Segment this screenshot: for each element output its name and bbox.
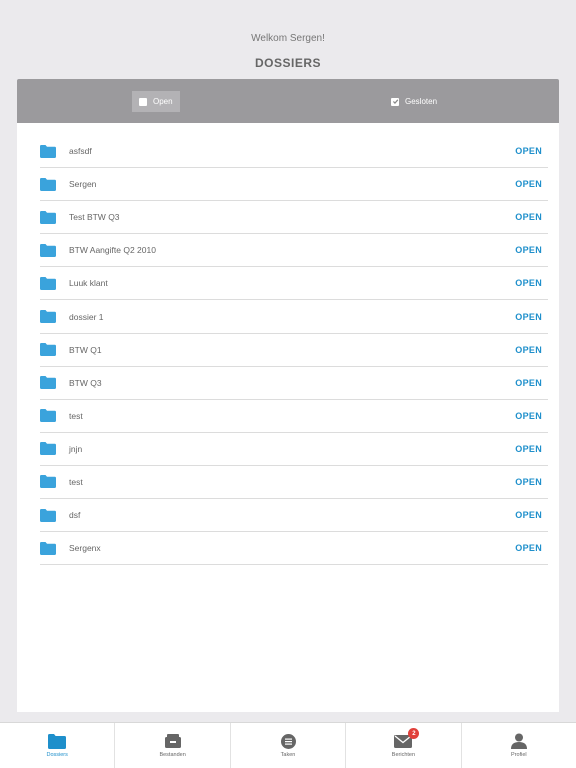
open-dossier-button[interactable]: OPEN [515, 146, 542, 156]
dossier-list-card: asfsdf OPEN Sergen OPEN Test BTW Q3 OPEN BTW A… [17, 123, 559, 712]
list-item[interactable]: Sergen OPEN [40, 168, 548, 202]
tab-label: Dossiers [46, 752, 68, 758]
list-item[interactable]: BTW Aangifte Q2 2010 OPEN [40, 234, 548, 268]
folder-icon [40, 442, 56, 456]
list-item[interactable]: Test BTW Q3 OPEN [40, 201, 548, 235]
dossier-list: asfsdf OPEN Sergen OPEN Test BTW Q3 OPEN BTW A… [40, 135, 548, 566]
folder-icon [40, 343, 56, 357]
dossier-name: BTW Q1 [69, 344, 102, 355]
tab-profiel[interactable]: Profiel [462, 723, 576, 768]
tab-label: Profiel [511, 752, 527, 758]
mail-icon: 2 [394, 728, 420, 749]
folder-icon [40, 475, 56, 489]
filter-open-button[interactable]: Open [132, 91, 180, 112]
open-dossier-button[interactable]: OPEN [515, 345, 542, 355]
filter-open-label: Open [153, 97, 173, 106]
filter-closed-button[interactable]: Gesloten [384, 91, 444, 112]
open-dossier-button[interactable]: OPEN [515, 411, 542, 421]
list-item[interactable]: dossier 1 OPEN [40, 300, 548, 334]
tab-taken[interactable]: Taken [231, 723, 347, 768]
open-dossier-button[interactable]: OPEN [515, 278, 542, 288]
dossier-name: jnjn [69, 443, 83, 454]
open-dossier-button[interactable]: OPEN [515, 378, 542, 388]
open-dossier-button[interactable]: OPEN [515, 543, 542, 553]
folder-icon [48, 733, 67, 749]
list-item[interactable]: test OPEN [40, 466, 548, 500]
dossier-name: asfsdf [69, 146, 92, 157]
folder-icon [40, 177, 56, 191]
tab-berichten[interactable]: 2 Berichten [346, 723, 462, 768]
list-item[interactable]: test OPEN [40, 400, 548, 433]
folder-icon [40, 508, 56, 522]
page-title: DOSSIERS [254, 56, 321, 70]
dossier-name: Sergen [69, 179, 97, 190]
folder-icon [40, 409, 56, 423]
dossier-name: BTW Aangifte Q2 2010 [69, 245, 156, 256]
list-item[interactable]: Luuk klant OPEN [40, 267, 548, 301]
folder-icon [40, 210, 56, 224]
open-dossier-button[interactable]: OPEN [515, 444, 542, 454]
unread-badge: 2 [408, 728, 420, 739]
open-dossier-button[interactable]: OPEN [515, 312, 542, 322]
folder-icon [40, 276, 56, 290]
tab-dossiers[interactable]: Dossiers [0, 723, 116, 768]
dossier-name: dossier 1 [69, 311, 104, 322]
open-dossier-button[interactable]: OPEN [515, 510, 542, 520]
dossier-name: dsf [69, 510, 81, 521]
folder-icon [40, 541, 56, 555]
list-item[interactable]: dsf OPEN [40, 499, 548, 533]
filter-segment-bar: Open Gesloten [17, 79, 559, 123]
bottom-tab-bar: Dossiers Bestanden Taken 2 Berichten Profiel [0, 722, 576, 768]
folder-icon [40, 144, 56, 158]
tab-label: Taken [280, 752, 296, 758]
person-icon [510, 733, 528, 749]
list-item[interactable]: jnjn OPEN [40, 433, 548, 466]
inbox-icon [164, 733, 182, 749]
dossier-name: test [69, 476, 83, 487]
filter-closed-label: Gesloten [405, 97, 438, 106]
dossier-name: test [69, 410, 83, 421]
list-item[interactable]: Sergenx OPEN [40, 532, 548, 566]
list-item[interactable]: asfsdf OPEN [40, 135, 548, 169]
open-dossier-button[interactable]: OPEN [515, 245, 542, 255]
open-dossier-button[interactable]: OPEN [515, 212, 542, 222]
dossier-name: Sergenx [69, 543, 101, 554]
dossier-name: Test BTW Q3 [69, 212, 120, 223]
open-dossier-button[interactable]: OPEN [515, 477, 542, 487]
tab-bestanden[interactable]: Bestanden [115, 723, 231, 768]
folder-icon [40, 243, 56, 257]
tab-label: Bestanden [159, 752, 186, 758]
checkbox-empty-icon [139, 97, 147, 106]
folder-icon [40, 310, 56, 324]
list-item[interactable]: BTW Q3 OPEN [40, 367, 548, 400]
tab-label: Berichten [391, 752, 416, 758]
list-icon [279, 733, 297, 749]
dossier-name: Luuk klant [69, 278, 108, 289]
welcome-text: Welkom Sergen! [251, 33, 325, 44]
list-item[interactable]: BTW Q1 OPEN [40, 334, 548, 367]
open-dossier-button[interactable]: OPEN [515, 179, 542, 189]
checkbox-checked-icon [391, 97, 399, 106]
folder-icon [40, 376, 56, 390]
dossier-name: BTW Q3 [69, 377, 102, 388]
